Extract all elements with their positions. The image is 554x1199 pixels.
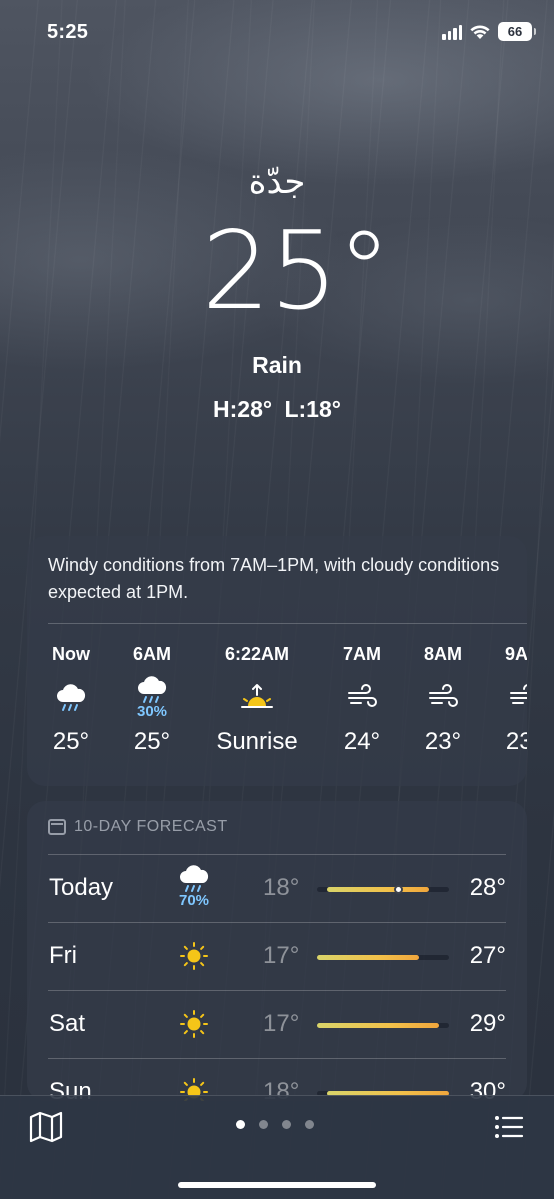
temperature-range-bar bbox=[317, 885, 449, 894]
forecast-day: Today bbox=[49, 874, 114, 901]
forecast-title: 10-DAY FORECAST bbox=[74, 818, 228, 835]
status-bar: 5:25 66 bbox=[0, 0, 554, 64]
forecast-low: 17° bbox=[263, 1010, 300, 1037]
temperature-range-fill bbox=[317, 1023, 439, 1028]
current-condition: Rain bbox=[252, 352, 302, 378]
page-indicator[interactable] bbox=[236, 1120, 314, 1129]
calendar-icon bbox=[48, 819, 66, 835]
precip-chance: 70% bbox=[178, 892, 210, 909]
hourly-summary: Windy conditions from 7AM–1PM, with clou… bbox=[48, 555, 500, 602]
hourly-forecast-card[interactable]: Windy conditions from 7AM–1PM, with clou… bbox=[27, 536, 527, 786]
hour-label: 9AM bbox=[504, 644, 527, 664]
forecast-low: 17° bbox=[263, 942, 300, 969]
forecast-high: 28° bbox=[469, 874, 506, 901]
current-temperature-dot bbox=[393, 885, 403, 894]
forecast-day: Sat bbox=[49, 1010, 86, 1037]
hour-label: Now bbox=[52, 644, 90, 664]
list-icon[interactable] bbox=[494, 1114, 524, 1140]
ten-day-forecast-card[interactable]: 10-DAY FORECAST Today 70% 18° 28° Fri 17… bbox=[27, 801, 527, 1101]
page-dot[interactable] bbox=[259, 1120, 268, 1129]
home-indicator bbox=[178, 1182, 376, 1188]
sun-icon bbox=[180, 942, 208, 970]
hour-temp: 25° bbox=[133, 728, 171, 755]
hour-item: 9AM 23° bbox=[479, 642, 527, 756]
cloud-rain-icon bbox=[180, 865, 209, 892]
wind-icon bbox=[348, 684, 377, 707]
forecast-high: 27° bbox=[469, 942, 506, 969]
cloud-rain-icon bbox=[138, 676, 167, 703]
hour-item: 8AM 23° bbox=[398, 642, 488, 756]
hour-label: 7AM bbox=[342, 644, 381, 664]
wind-icon bbox=[429, 684, 458, 707]
current-temperature: 25° bbox=[201, 209, 391, 334]
status-time: 5:25 bbox=[47, 21, 89, 43]
high-low-temperature: H:28° L:18° bbox=[213, 396, 341, 422]
temperature-range-bar bbox=[317, 1023, 449, 1028]
hour-item: 6AM 30% 25° bbox=[107, 642, 197, 756]
hourly-list[interactable]: Now 25° 6AM 30% 25° 6:22AM Sunrise 7AM 2… bbox=[27, 642, 527, 772]
hour-item: 7AM 24° bbox=[317, 642, 407, 756]
precip-chance: 30% bbox=[136, 703, 168, 720]
hour-temp: 24° bbox=[343, 728, 381, 755]
city-name: جدّة bbox=[248, 162, 306, 202]
page-dot[interactable] bbox=[305, 1120, 314, 1129]
forecast-row-fri[interactable]: Fri 17° 27° bbox=[27, 923, 527, 991]
temperature-range-fill bbox=[317, 955, 419, 960]
forecast-row-sat[interactable]: Sat 17° 29° bbox=[27, 991, 527, 1059]
hour-temp: Sunrise bbox=[216, 728, 298, 755]
hour-label: 6AM bbox=[132, 644, 171, 664]
page-dot[interactable] bbox=[236, 1120, 245, 1129]
hour-label: 6:22AM bbox=[224, 644, 290, 664]
sunrise-icon bbox=[241, 684, 273, 708]
hourly-divider bbox=[48, 623, 527, 624]
forecast-high: 29° bbox=[469, 1010, 506, 1037]
battery-icon: 66 bbox=[498, 22, 536, 41]
map-icon[interactable] bbox=[28, 1111, 64, 1143]
hour-temp: 23° bbox=[505, 728, 527, 755]
status-icons: 66 bbox=[442, 22, 536, 41]
hour-item: 6:22AM Sunrise bbox=[212, 642, 302, 756]
cellular-signal-icon bbox=[442, 24, 462, 40]
forecast-row-today[interactable]: Today 70% 18° 28° bbox=[27, 855, 527, 923]
page-dot[interactable] bbox=[282, 1120, 291, 1129]
forecast-day: Fri bbox=[49, 942, 77, 969]
cloud-rain-icon bbox=[57, 684, 86, 711]
forecast-header: 10-DAY FORECAST bbox=[48, 818, 228, 836]
hour-temp: 25° bbox=[52, 728, 90, 755]
forecast-low: 18° bbox=[263, 874, 300, 901]
hour-temp: 23° bbox=[424, 728, 462, 755]
wifi-icon bbox=[470, 25, 490, 39]
sun-icon bbox=[180, 1010, 208, 1038]
temperature-range-fill bbox=[327, 887, 429, 892]
wind-icon bbox=[510, 684, 527, 704]
hour-item: Now 25° bbox=[27, 642, 116, 756]
hour-label: 8AM bbox=[423, 644, 462, 664]
temperature-range-bar bbox=[317, 955, 449, 960]
